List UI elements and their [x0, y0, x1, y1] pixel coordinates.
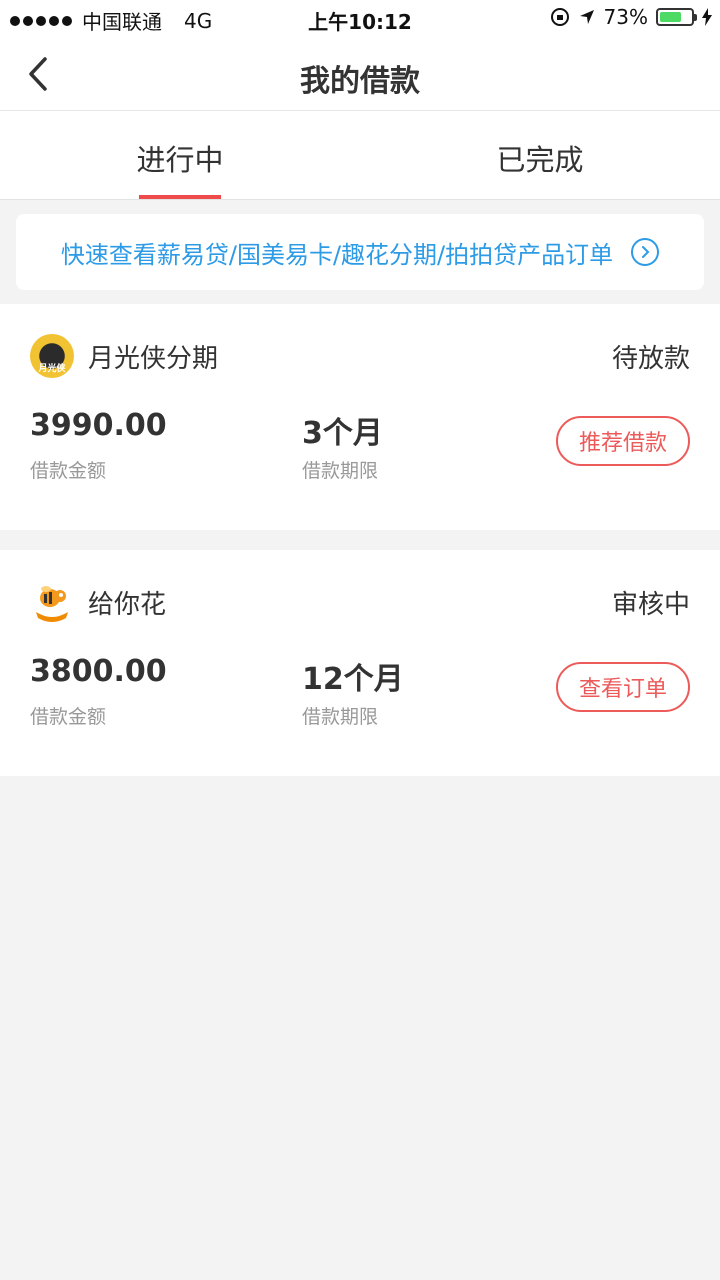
loan-card-header: 给你花 审核中: [30, 550, 690, 654]
loan-amount-label: 借款金额: [30, 460, 107, 482]
loan-card-header: 月光侠 月光侠分期 待放款: [30, 304, 690, 408]
battery-icon: [656, 8, 697, 26]
page-title: 我的借款: [300, 64, 420, 99]
bee-icon: [36, 586, 68, 622]
recommend-loan-button[interactable]: 推荐借款: [556, 416, 690, 466]
tab-label: 进行中: [136, 143, 224, 177]
loan-amount: 3800.00 借款金额: [30, 654, 302, 729]
tab-in-progress[interactable]: 进行中: [0, 111, 360, 199]
loan-card: 月光侠 月光侠分期 待放款 3990.00 借款金额 3个月 借款期限 推荐借款: [0, 304, 720, 530]
location-arrow-icon: [579, 10, 594, 24]
loan-product: 给你花: [30, 580, 166, 624]
loan-amount-value: 3800.00: [30, 654, 167, 689]
view-order-button[interactable]: 查看订单: [556, 662, 690, 712]
nav-bar: 我的借款: [0, 36, 720, 111]
tab-completed[interactable]: 已完成: [360, 111, 720, 199]
product-name: 给你花: [88, 589, 167, 620]
tab-bar: 进行中 已完成: [0, 111, 720, 200]
loan-card: 给你花 审核中 3800.00 借款金额 12个月 借款期限 查看订单: [0, 550, 720, 776]
logo-text: 月光侠: [38, 364, 66, 374]
product-name: 月光侠分期: [88, 343, 219, 374]
loan-amount-label: 借款金额: [30, 706, 107, 728]
loan-status: 审核中: [611, 589, 690, 620]
product-logo: [30, 580, 74, 624]
loan-status: 待放款: [611, 343, 690, 374]
loan-term-label: 借款期限: [302, 706, 379, 728]
status-bar: 中国联通 4G 上午10:12 73%: [0, 0, 720, 36]
loan-product: 月光侠 月光侠分期: [30, 334, 218, 378]
loan-term-label: 借款期限: [302, 460, 379, 482]
loan-term: 3个月 借款期限: [302, 408, 572, 483]
loan-term-value: 3个月: [302, 416, 383, 451]
chevron-right-circle-icon: [631, 238, 660, 266]
loan-amount-value: 3990.00: [30, 408, 167, 443]
battery-percent: 73%: [603, 5, 648, 29]
banner-text: 快速查看薪易贷/国美易卡/趣花分期/拍拍贷产品订单: [60, 240, 614, 269]
loan-amount: 3990.00 借款金额: [30, 408, 302, 483]
quick-orders-banner[interactable]: 快速查看薪易贷/国美易卡/趣花分期/拍拍贷产品订单: [16, 214, 704, 290]
banner-container: 快速查看薪易贷/国美易卡/趣花分期/拍拍贷产品订单: [0, 200, 720, 304]
tab-label: 已完成: [496, 143, 584, 177]
loan-term: 12个月 借款期限: [302, 654, 572, 729]
loan-term-value: 12个月: [302, 662, 404, 697]
active-tab-indicator: [139, 195, 221, 199]
charging-bolt-icon: [702, 8, 712, 26]
product-logo: 月光侠: [30, 334, 74, 378]
loan-details: 3990.00 借款金额 3个月 借款期限 推荐借款: [30, 408, 690, 530]
loan-details: 3800.00 借款金额 12个月 借款期限 查看订单: [30, 654, 690, 776]
orientation-lock-icon: [550, 8, 569, 26]
status-bar-right: 73%: [550, 5, 712, 29]
